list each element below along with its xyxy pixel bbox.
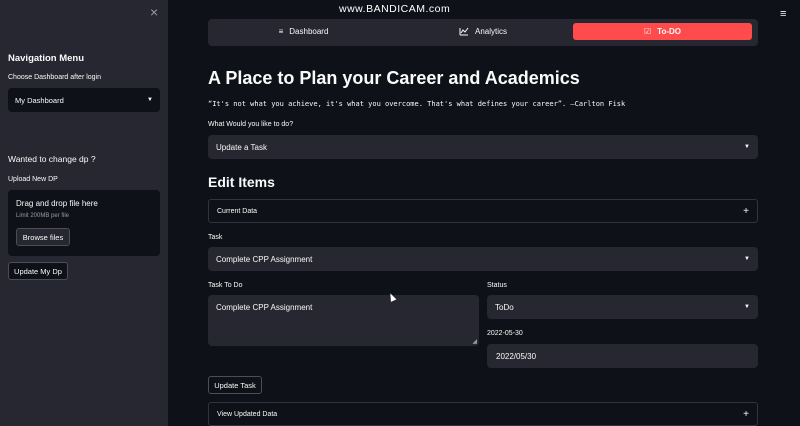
plus-icon: + xyxy=(743,408,749,420)
top-navigation: ≡ Dashboard Analytics ☑ To-DO xyxy=(208,19,758,46)
chevron-down-icon: ▼ xyxy=(744,304,750,310)
chart-line-icon xyxy=(459,27,469,36)
status-select[interactable]: ToDo ▼ xyxy=(487,295,758,319)
task-select-value: Complete CPP Assignment xyxy=(216,254,313,264)
nav-dashboard[interactable]: ≡ Dashboard xyxy=(214,23,393,40)
close-icon[interactable]: × xyxy=(150,5,158,19)
action-select-value: Update a Task xyxy=(216,142,267,152)
list-icon: ≡ xyxy=(278,27,284,36)
nav-dashboard-label: Dashboard xyxy=(289,27,329,36)
checkbox-icon: ☑ xyxy=(643,27,652,36)
resize-handle-icon[interactable]: ◢ xyxy=(472,338,477,345)
dashboard-select-label: Choose Dashboard after login xyxy=(8,74,102,81)
nav-todo-label: To-DO xyxy=(657,27,681,36)
plus-icon: + xyxy=(743,205,749,217)
file-dropzone[interactable]: Drag and drop file here Limit 200MB per … xyxy=(8,190,160,256)
current-data-expander[interactable]: Current Data + xyxy=(208,199,758,223)
nav-analytics-label: Analytics xyxy=(474,27,507,36)
sidebar: × Navigation Menu Choose Dashboard after… xyxy=(0,0,168,426)
update-task-button[interactable]: Update Task xyxy=(208,376,262,394)
action-select-label: What Would you like to do? xyxy=(208,121,294,128)
task-select-label: Task xyxy=(208,234,223,241)
chevron-down-icon: ▼ xyxy=(744,144,750,150)
chevron-down-icon: ▼ xyxy=(147,97,153,103)
chevron-down-icon: ▼ xyxy=(744,256,750,262)
dashboard-select[interactable]: My Dashboard ▼ xyxy=(8,88,160,112)
update-dp-button[interactable]: Update My Dp xyxy=(8,262,68,280)
date-input-label: 2022-05-30 xyxy=(487,330,523,337)
view-updated-data-label: View Updated Data xyxy=(217,410,278,418)
nav-todo[interactable]: ☑ To-DO xyxy=(573,23,752,40)
dashboard-select-value: My Dashboard xyxy=(15,95,64,105)
action-select[interactable]: Update a Task ▼ xyxy=(208,135,758,159)
edit-items-heading: Edit Items xyxy=(208,174,275,190)
task-todo-value: Complete CPP Assignment xyxy=(216,303,313,312)
browse-files-button[interactable]: Browse files xyxy=(16,228,70,246)
page-title: A Place to Plan your Career and Academic… xyxy=(208,68,580,88)
quote-text: “It's not what you achieve, it's what yo… xyxy=(208,100,626,108)
current-data-label: Current Data xyxy=(217,207,258,215)
hamburger-menu-icon[interactable]: ≡ xyxy=(780,8,786,20)
view-updated-data-expander[interactable]: View Updated Data + xyxy=(208,402,758,426)
change-dp-heading: Wanted to change dp ? xyxy=(8,154,96,164)
status-select-value: ToDo xyxy=(495,302,514,312)
dropzone-limit: Limit 200MB per file xyxy=(16,213,70,219)
upload-label: Upload New DP xyxy=(8,176,58,183)
status-select-label: Status xyxy=(487,282,507,289)
task-todo-label: Task To Do xyxy=(208,282,243,289)
task-select[interactable]: Complete CPP Assignment ▼ xyxy=(208,247,758,271)
date-input[interactable]: 2022/05/30 xyxy=(487,344,758,368)
dropzone-title: Drag and drop file here xyxy=(16,199,98,208)
nav-analytics[interactable]: Analytics xyxy=(393,23,573,40)
recording-watermark: www.BANDICAM.com xyxy=(339,3,451,15)
date-input-value: 2022/05/30 xyxy=(496,351,537,361)
task-todo-textarea[interactable]: Complete CPP Assignment ◢ xyxy=(208,295,479,346)
sidebar-title: Navigation Menu xyxy=(8,53,85,64)
